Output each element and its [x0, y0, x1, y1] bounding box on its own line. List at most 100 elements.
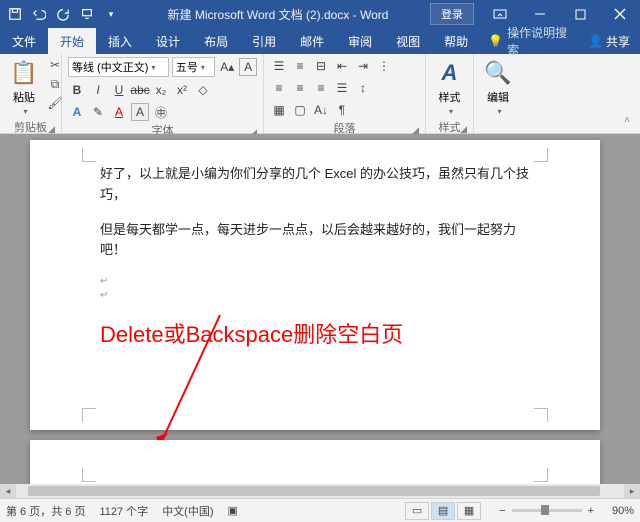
align-right-icon[interactable]: ≡ — [312, 79, 330, 97]
web-layout-icon[interactable]: ▦ — [457, 502, 481, 520]
page-1[interactable]: 好了，以上就是小编为你们分享的几个 Excel 的办公技巧，虽然只有几个技巧， … — [30, 140, 600, 430]
justify-icon[interactable]: ☰ — [333, 79, 351, 97]
scroll-left-icon[interactable]: ◂ — [0, 484, 16, 498]
superscript-button[interactable]: x² — [173, 81, 191, 99]
paste-icon: 📋 — [10, 59, 38, 87]
tell-me-search[interactable]: 💡 操作说明搜索 — [480, 28, 578, 54]
align-left-icon[interactable]: ≡ — [270, 79, 288, 97]
show-marks-icon[interactable]: ¶ — [333, 101, 351, 119]
tab-review[interactable]: 审阅 — [336, 28, 384, 54]
grow-font-icon[interactable]: A▴ — [218, 58, 236, 76]
zoom-level[interactable]: 90% — [600, 505, 634, 517]
zoom-thumb[interactable] — [541, 505, 549, 515]
clear-formatting-icon[interactable]: ◇ — [194, 81, 212, 99]
page-indicator[interactable]: 第 6 页，共 6 页 — [6, 503, 85, 519]
paragraph-mark: ↵ — [100, 289, 530, 303]
tab-mailings[interactable]: 邮件 — [288, 28, 336, 54]
asian-layout-icon[interactable]: ⋮ — [375, 57, 393, 75]
find-icon: 🔍 — [484, 59, 512, 87]
status-bar: 第 6 页，共 6 页 1127 个字 中文(中国) ▣ ▭ ▤ ▦ − + 9… — [0, 498, 640, 522]
paste-button[interactable]: 📋 粘贴 ▾ — [6, 57, 42, 118]
scroll-track[interactable] — [16, 484, 624, 498]
print-layout-icon[interactable]: ▤ — [431, 502, 455, 520]
group-font: 等线 (中文正文)▾ 五号▾ A▴ A B I U abc x₂ x² ◇ A … — [62, 54, 264, 133]
paragraph-text: 但是每天都学一点，每天进步一点点，以后会越来越好的，我们一起努力吧！ — [100, 220, 530, 262]
document-area[interactable]: 好了，以上就是小编为你们分享的几个 Excel 的办公技巧，虽然只有几个技巧， … — [0, 134, 640, 498]
decrease-indent-icon[interactable]: ⇤ — [333, 57, 351, 75]
read-mode-icon[interactable]: ▭ — [405, 502, 429, 520]
bullets-icon[interactable]: ☰ — [270, 57, 288, 75]
horizontal-scrollbar[interactable]: ◂ ▸ — [0, 484, 640, 498]
styles-group-label: 样式 — [439, 122, 461, 134]
subscript-button[interactable]: x₂ — [152, 81, 170, 99]
ribbon: 📋 粘贴 ▾ ✂ ⧉ 🖌 剪贴板◢ 等线 (中文正文)▾ 五号▾ A▴ A — [0, 54, 640, 134]
editing-button[interactable]: 🔍 编辑 ▾ — [480, 57, 516, 118]
collapse-ribbon-icon[interactable]: ˄ — [618, 111, 636, 129]
text-effects-icon[interactable]: A — [68, 103, 86, 121]
group-clipboard: 📋 粘贴 ▾ ✂ ⧉ 🖌 剪贴板◢ — [0, 54, 62, 133]
font-size-combo[interactable]: 五号▾ — [172, 57, 216, 77]
styles-label: 样式 — [439, 89, 461, 105]
zoom-in-button[interactable]: + — [584, 505, 598, 517]
strikethrough-button[interactable]: abc — [131, 81, 149, 99]
bold-button[interactable]: B — [68, 81, 86, 99]
multilevel-list-icon[interactable]: ⊟ — [312, 57, 330, 75]
login-button[interactable]: 登录 — [430, 3, 474, 25]
paragraph-text: 好了，以上就是小编为你们分享的几个 Excel 的办公技巧，虽然只有几个技巧， — [100, 164, 530, 206]
editing-label: 编辑 — [487, 89, 509, 105]
language-indicator[interactable]: 中文(中国) — [162, 503, 213, 519]
clipboard-group-label: 剪贴板 — [14, 122, 47, 134]
window-title: 新建 Microsoft Word 文档 (2).docx - Word — [126, 6, 430, 23]
shading-icon[interactable]: ▦ — [270, 101, 288, 119]
qat-more-icon[interactable]: ▾ — [100, 3, 122, 25]
scroll-right-icon[interactable]: ▸ — [624, 484, 640, 498]
view-buttons: ▭ ▤ ▦ — [405, 502, 481, 520]
numbering-icon[interactable]: ≡ — [291, 57, 309, 75]
undo-icon[interactable] — [28, 3, 50, 25]
share-icon: 👤 — [588, 34, 603, 48]
tab-home[interactable]: 开始 — [48, 28, 96, 54]
group-styles: A 样式 ▾ 样式◢ — [426, 54, 474, 133]
qat-customize-icon[interactable] — [76, 3, 98, 25]
tab-file[interactable]: 文件 — [0, 28, 48, 54]
line-spacing-icon[interactable]: ↕ — [354, 79, 372, 97]
paragraph-mark: ↵ — [100, 275, 530, 289]
tab-references[interactable]: 引用 — [240, 28, 288, 54]
chevron-down-icon: ▾ — [23, 107, 27, 116]
italic-button[interactable]: I — [89, 81, 107, 99]
word-count[interactable]: 1127 个字 — [99, 503, 148, 519]
save-icon[interactable] — [4, 3, 26, 25]
tab-help[interactable]: 帮助 — [432, 28, 480, 54]
character-shading-icon[interactable]: A — [131, 103, 149, 121]
enclose-characters-icon[interactable]: ㊥ — [152, 103, 170, 121]
group-editing: 🔍 编辑 ▾ — [474, 54, 522, 133]
lightbulb-icon: 💡 — [488, 34, 503, 48]
tab-layout[interactable]: 布局 — [192, 28, 240, 54]
zoom-out-button[interactable]: − — [495, 505, 509, 517]
font-color-icon[interactable]: A — [110, 103, 128, 121]
tab-view[interactable]: 视图 — [384, 28, 432, 54]
tab-design[interactable]: 设计 — [144, 28, 192, 54]
styles-button[interactable]: A 样式 ▾ — [432, 57, 468, 118]
borders-icon[interactable]: ▢ — [291, 101, 309, 119]
underline-button[interactable]: U — [110, 81, 128, 99]
zoom-slider[interactable] — [512, 509, 582, 512]
share-button[interactable]: 👤 共享 — [578, 28, 640, 54]
character-border-icon[interactable]: A — [239, 58, 257, 76]
zoom-control: − + 90% — [495, 505, 634, 517]
share-label: 共享 — [606, 33, 630, 50]
redo-icon[interactable] — [52, 3, 74, 25]
group-paragraph: ☰ ≡ ⊟ ⇤ ⇥ ⋮ ≡ ≡ ≡ ☰ ↕ ▦ ▢ A↓ — [264, 54, 426, 133]
annotation-text: Delete或Backspace删除空白页 — [100, 317, 530, 349]
close-icon[interactable] — [600, 0, 640, 28]
align-center-icon[interactable]: ≡ — [291, 79, 309, 97]
font-name-combo[interactable]: 等线 (中文正文)▾ — [68, 57, 169, 77]
tab-insert[interactable]: 插入 — [96, 28, 144, 54]
styles-icon: A — [436, 59, 464, 87]
scroll-thumb[interactable] — [28, 486, 600, 496]
highlight-icon[interactable]: ✎ — [89, 103, 107, 121]
quick-access-toolbar: ▾ — [0, 0, 126, 28]
increase-indent-icon[interactable]: ⇥ — [354, 57, 372, 75]
sort-icon[interactable]: A↓ — [312, 101, 330, 119]
macro-recorder-icon[interactable]: ▣ — [228, 504, 238, 517]
